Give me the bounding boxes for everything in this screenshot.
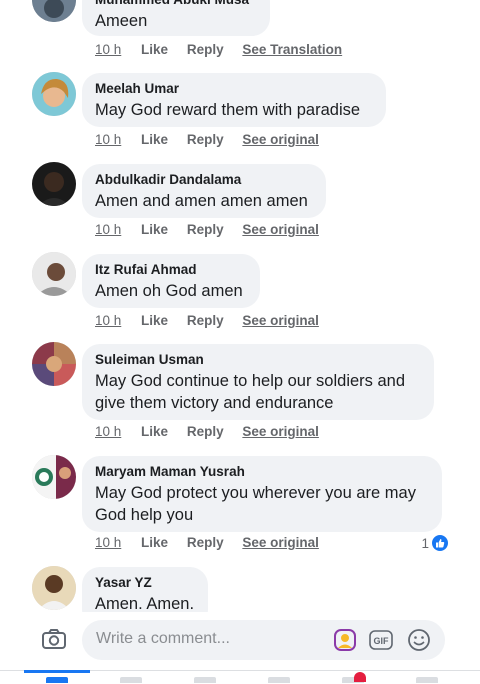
see-original-link[interactable]: See original	[242, 132, 319, 147]
like-button[interactable]: Like	[141, 424, 168, 439]
comment-actions: 10 h Like Reply See original	[95, 535, 334, 553]
reply-button[interactable]: Reply	[187, 132, 224, 147]
comment-author[interactable]: Meelah Umar	[95, 80, 373, 97]
comment-author[interactable]: Maryam Maman Yusrah	[95, 463, 429, 480]
see-original-link[interactable]: See original	[242, 535, 319, 550]
reaction-count[interactable]: 1	[421, 535, 448, 551]
comment-author[interactable]: Muhammed Abuki Musa	[95, 0, 257, 8]
comment-composer: Write a comment... GIF	[0, 612, 480, 670]
comment-text: May God protect you wherever you are may…	[95, 484, 416, 524]
tab-groups[interactable]	[268, 677, 290, 683]
comment-author[interactable]: Abdulkadir Dandalama	[95, 171, 313, 188]
comment-actions: 10 h Like Reply See original	[95, 313, 334, 331]
comment-timestamp[interactable]: 10 h	[95, 313, 121, 328]
reply-button[interactable]: Reply	[187, 535, 224, 550]
comment-actions: 10 h Like Reply See original	[95, 132, 334, 150]
tab-friends[interactable]	[120, 677, 142, 683]
comment-bubble: Abdulkadir Dandalama Amen and amen amen …	[82, 164, 326, 218]
comment-bubble: Muhammed Abuki Musa Ameen	[82, 0, 270, 36]
comment-actions: 10 h Like Reply See Translation	[95, 42, 357, 60]
gif-icon[interactable]: GIF	[368, 627, 394, 653]
comment-input-placeholder: Write a comment...	[96, 630, 230, 647]
bottom-tab-bar	[0, 670, 480, 684]
like-button[interactable]: Like	[141, 222, 168, 237]
like-button[interactable]: Like	[141, 132, 168, 147]
comment-author[interactable]: Yasar YZ	[95, 574, 195, 591]
reply-button[interactable]: Reply	[187, 222, 224, 237]
see-original-link[interactable]: See original	[242, 222, 319, 237]
tab-menu[interactable]	[416, 677, 438, 683]
comment-bubble: Meelah Umar May God reward them with par…	[82, 73, 386, 127]
comment-timestamp[interactable]: 10 h	[95, 132, 121, 147]
tab-watch[interactable]	[194, 677, 216, 683]
avatar[interactable]	[32, 72, 76, 116]
like-button[interactable]: Like	[141, 42, 168, 57]
comment-bubble: Maryam Maman Yusrah May God protect you …	[82, 456, 442, 532]
comment-input[interactable]: Write a comment... GIF	[82, 620, 445, 660]
see-original-link[interactable]: See original	[242, 313, 319, 328]
notification-badge	[354, 672, 366, 682]
avatar-sticker-icon[interactable]	[332, 627, 358, 653]
see-original-link[interactable]: See original	[242, 424, 319, 439]
comment-bubble: Itz Rufai Ahmad Amen oh God amen	[82, 254, 260, 308]
reply-button[interactable]: Reply	[187, 42, 224, 57]
comment-bubble: Yasar YZ Amen. Amen.	[82, 567, 208, 612]
comments-list: Muhammed Abuki Musa Ameen 10 h Like Repl…	[0, 0, 480, 612]
comment-author[interactable]: Suleiman Usman	[95, 351, 421, 368]
camera-icon[interactable]	[40, 625, 68, 653]
emoji-icon[interactable]	[406, 627, 432, 653]
like-button[interactable]: Like	[141, 535, 168, 550]
reply-button[interactable]: Reply	[187, 424, 224, 439]
tab-home-indicator	[24, 670, 90, 673]
comment-timestamp[interactable]: 10 h	[95, 222, 121, 237]
comment-text: Amen. Amen.	[95, 595, 195, 612]
comment-text: May God continue to help our soldiers an…	[95, 372, 406, 412]
like-button[interactable]: Like	[141, 313, 168, 328]
comment-text: Amen oh God amen	[95, 282, 243, 300]
avatar[interactable]	[32, 455, 76, 499]
see-translation-link[interactable]: See Translation	[242, 42, 342, 57]
comment-text: Amen and amen amen amen	[95, 192, 308, 210]
reaction-count-label: 1	[421, 535, 429, 551]
comment-timestamp[interactable]: 10 h	[95, 42, 121, 57]
comment-text: Ameen	[95, 12, 148, 30]
avatar[interactable]	[32, 162, 76, 206]
reply-button[interactable]: Reply	[187, 313, 224, 328]
gif-label: GIF	[374, 636, 390, 646]
avatar[interactable]	[32, 0, 76, 22]
avatar[interactable]	[32, 252, 76, 296]
avatar[interactable]	[32, 342, 76, 386]
comment-text: May God reward them with paradise	[95, 101, 361, 119]
comment-bubble: Suleiman Usman May God continue to help …	[82, 344, 434, 420]
avatar[interactable]	[32, 566, 76, 610]
comment-actions: 10 h Like Reply See original	[95, 222, 334, 240]
comment-timestamp[interactable]: 10 h	[95, 424, 121, 439]
like-reaction-icon	[432, 535, 448, 551]
comment-author[interactable]: Itz Rufai Ahmad	[95, 261, 247, 278]
comment-timestamp[interactable]: 10 h	[95, 535, 121, 550]
comment-actions: 10 h Like Reply See original	[95, 424, 334, 442]
tab-home[interactable]	[46, 677, 68, 683]
